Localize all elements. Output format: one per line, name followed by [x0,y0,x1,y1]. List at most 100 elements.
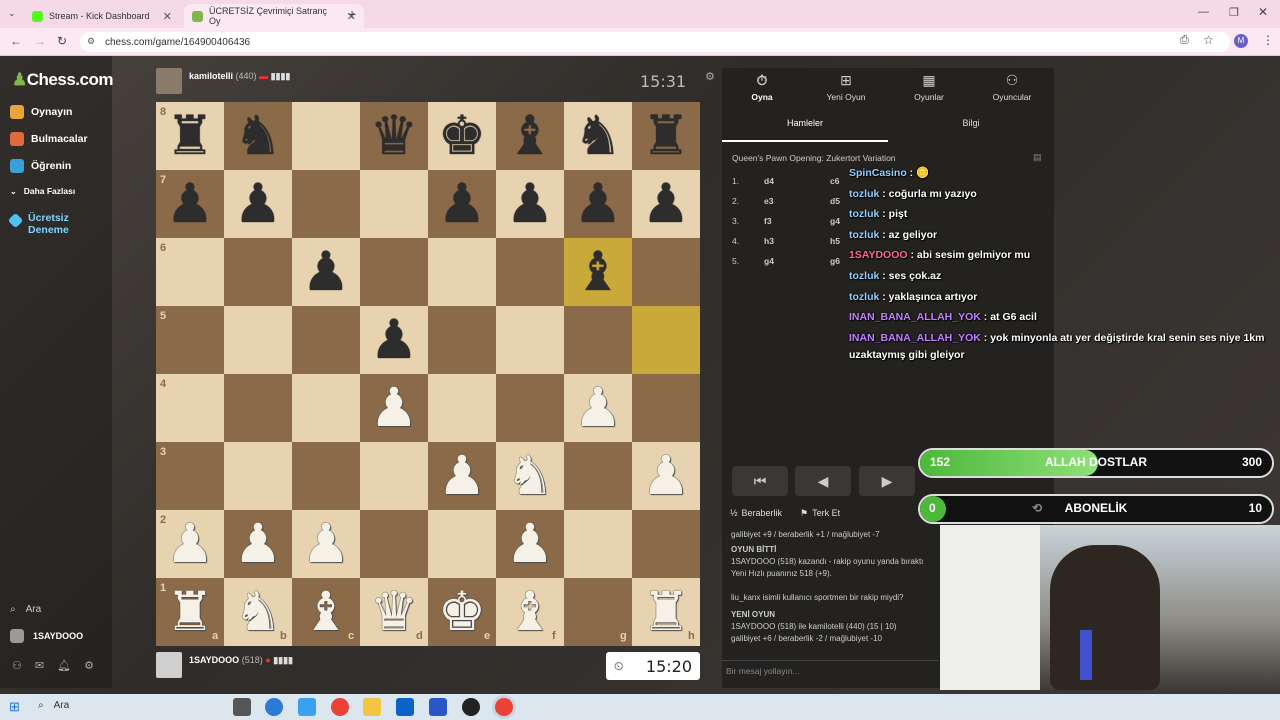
white-pawn-b2[interactable]: ♟ [224,510,292,578]
tab-menu-icon[interactable]: ⌄ [8,8,16,19]
tab-moves[interactable]: Hamleler [722,118,888,128]
white-pawn-f2[interactable]: ♟ [496,510,564,578]
square-h6[interactable] [632,238,700,306]
chat-input[interactable]: Bir mesaj yollayın... [722,660,938,680]
obs-icon[interactable] [462,698,480,716]
edge-icon[interactable] [265,698,283,716]
white-move[interactable]: f3 [764,216,772,226]
friends-icon[interactable]: ⚇ [12,659,22,672]
settings-icon[interactable]: ⚙ [84,659,94,672]
prev-move-button[interactable]: ◀ [795,466,851,496]
black-pawn-e7[interactable]: ♟ [428,170,496,238]
next-move-button[interactable]: ▶ [859,466,915,496]
black-knight-b8[interactable]: ♞ [224,102,292,170]
sidebar-search[interactable]: ⌕ Ara [10,604,41,615]
square-f4[interactable] [496,374,564,442]
square-g2[interactable] [564,510,632,578]
black-rook-h8[interactable]: ♜ [632,102,700,170]
minimize-icon[interactable]: — [1198,6,1209,18]
square-d3[interactable] [360,442,428,510]
bell-icon[interactable]: 🔔︎ [57,659,71,672]
profile-avatar[interactable]: M [1234,34,1248,48]
opening-name[interactable]: Queen's Pawn Opening: Zukertort Variatio… [732,153,896,163]
white-knight-f3[interactable]: ♞ [496,442,564,510]
square-e4[interactable] [428,374,496,442]
square-b6[interactable] [224,238,292,306]
chrome-icon[interactable] [331,698,349,716]
first-move-button[interactable]: ⏮ [732,466,788,496]
black-pawn-h7[interactable]: ♟ [632,170,700,238]
restore-icon[interactable]: ❐ [1229,6,1239,19]
resign-button[interactable]: ⚑ Terk Et [800,508,840,519]
nav-play[interactable]: Oynayın [10,105,72,119]
square-e2[interactable] [428,510,496,578]
black-rook-a8[interactable]: ♜ [156,102,224,170]
square-c3[interactable] [292,442,360,510]
tab-players[interactable]: ⚇ Oyuncular [972,72,1052,102]
nav-puzzles[interactable]: Bulmacalar [10,132,88,146]
opponent-avatar[interactable] [156,68,182,94]
square-b3[interactable] [224,442,292,510]
square-c7[interactable] [292,170,360,238]
mail-app-icon[interactable] [396,698,414,716]
square-c5[interactable] [292,306,360,374]
white-move[interactable]: d4 [764,176,774,186]
close-icon[interactable]: ✕ [163,10,172,23]
tab-kick-dashboard[interactable]: Stream - Kick Dashboard ✕ [24,4,180,28]
black-pawn-c6[interactable]: ♟ [292,238,360,306]
bookmark-icon[interactable]: ☆ [1203,33,1214,47]
square-h2[interactable] [632,510,700,578]
black-pawn-g7[interactable]: ♟ [564,170,632,238]
black-move[interactable]: g6 [830,256,840,266]
black-bishop-f8[interactable]: ♝ [496,102,564,170]
black-pawn-d5[interactable]: ♟ [360,306,428,374]
square-f6[interactable] [496,238,564,306]
white-move[interactable]: g4 [764,256,774,266]
mail-icon[interactable]: ✉ [35,659,44,672]
tab-new-game[interactable]: ⊞ Yeni Oyun [806,72,886,102]
black-move[interactable]: c6 [830,176,839,186]
black-pawn-b7[interactable]: ♟ [224,170,292,238]
square-h5[interactable] [632,306,700,374]
square-a5[interactable] [156,306,224,374]
square-d6[interactable] [360,238,428,306]
white-pawn-d4[interactable]: ♟ [360,374,428,442]
tab-play[interactable]: ⏱ Oyna [722,72,802,102]
square-b4[interactable] [224,374,292,442]
white-pawn-e3[interactable]: ♟ [428,442,496,510]
square-d2[interactable] [360,510,428,578]
square-g3[interactable] [564,442,632,510]
square-e6[interactable] [428,238,496,306]
square-d7[interactable] [360,170,428,238]
store-icon[interactable] [429,698,447,716]
taskbar-search[interactable]: ⌕ Ara [38,700,69,711]
white-pawn-h3[interactable]: ♟ [632,442,700,510]
chess-logo[interactable]: ♟Chess.com [12,70,113,90]
white-pawn-c2[interactable]: ♟ [292,510,360,578]
black-knight-g8[interactable]: ♞ [564,102,632,170]
black-pawn-a7[interactable]: ♟ [156,170,224,238]
forward-icon[interactable]: → [34,34,46,48]
white-move[interactable]: e3 [764,196,773,206]
install-icon[interactable]: ⎙ [1180,34,1189,47]
black-king-e8[interactable]: ♚ [428,102,496,170]
opponent-info[interactable]: kamilotelli (440) ▬ ▮▮▮▮ [189,71,290,82]
player-avatar[interactable] [156,652,182,678]
black-queen-d8[interactable]: ♛ [360,102,428,170]
chrome-active-icon[interactable] [495,698,513,716]
copilot-icon[interactable] [298,698,316,716]
black-move[interactable]: g4 [830,216,840,226]
url-field[interactable]: chess.com/game/164900406436 [80,32,1230,52]
square-h4[interactable] [632,374,700,442]
square-a4[interactable] [156,374,224,442]
tab-games[interactable]: ▦ Oyunlar [889,72,969,102]
nav-free-trial[interactable]: Ücretsiz Deneme [7,212,78,236]
back-icon[interactable]: ← [10,34,22,48]
chess-board[interactable]: ♜ 8 ♞ ♛ ♚ ♝ ♞ ♜ ♟ 7 ♟ ♟ ♟ ♟ ♟ 6 ♟ ♝ 5 ♟ 4 ♟ ♟ 3 ♟ ♞ ♟ ♟ 2 ♟ ♟ ♟ ♜ 1 a ♞ b ♝ c ♛… [156,102,700,646]
menu-icon[interactable]: ⋮ [1262,33,1274,47]
white-move[interactable]: h3 [764,236,774,246]
square-a3[interactable] [156,442,224,510]
reload-icon[interactable]: ↻ [57,34,67,48]
nav-learn[interactable]: Öğrenin [10,159,71,173]
nav-more[interactable]: ⌄ Daha Fazlası [10,186,75,196]
